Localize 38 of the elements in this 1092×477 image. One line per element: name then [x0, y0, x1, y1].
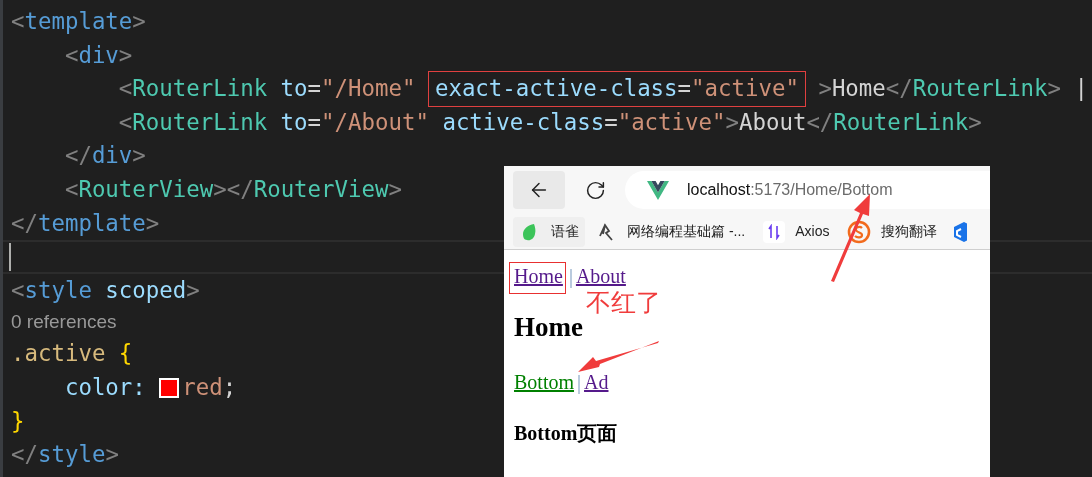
code-text: >Home</RouterLink> | [817, 74, 1089, 104]
back-button[interactable] [513, 171, 565, 209]
code-text: <div> [63, 40, 133, 70]
bookmark-item[interactable]: 搜狗翻译 [841, 216, 944, 247]
code-text: red; [182, 372, 237, 402]
bookmark-item[interactable]: 语雀 [513, 216, 585, 247]
separator: | [577, 371, 582, 393]
page-heading: Home [514, 311, 584, 344]
code-text: </div> [63, 141, 146, 171]
url-text: localhost:5173/Home/Bottom [687, 180, 893, 200]
code-text: <RouterLink to="/About" active-class="active">About</RouterLink> [117, 107, 982, 137]
code-text: } [11, 406, 25, 436]
nav-link[interactable]: Bottom [514, 371, 574, 393]
page-subheading: Bottom页面 [514, 421, 619, 446]
color-swatch[interactable] [159, 377, 180, 398]
arrows-icon [763, 220, 786, 243]
code-text: <RouterView></RouterView> [63, 174, 402, 204]
codelens-text[interactable]: 0 references [11, 308, 117, 337]
bookmark-item[interactable]: Axios [757, 216, 836, 247]
reload-icon [584, 179, 606, 201]
code-text: <RouterLink to="/Home" [117, 74, 417, 104]
nav-link[interactable]: About [575, 265, 626, 287]
bookmark-item[interactable]: 网络编程基础篇 -... [591, 216, 752, 247]
code-text: color: [63, 372, 147, 402]
code-text: .active { [11, 339, 133, 369]
separator: | [568, 265, 573, 287]
code-text: </template> [11, 208, 160, 238]
nav-link[interactable]: Ad [584, 371, 609, 393]
code-text: <template> [11, 7, 146, 36]
address-bar[interactable]: localhost:5173/Home/Bottom [625, 171, 990, 209]
hexagon-icon [953, 220, 968, 243]
vue-logo-icon [647, 180, 669, 200]
code-text: <style scoped> [11, 275, 200, 305]
swirl-logo-icon [847, 219, 872, 244]
nav-link[interactable]: Home [514, 265, 563, 287]
code-text: </style> [11, 440, 119, 470]
highlighted-code: exact-active-class="active" [427, 71, 806, 107]
annotation-note: 不红了 [586, 288, 661, 318]
